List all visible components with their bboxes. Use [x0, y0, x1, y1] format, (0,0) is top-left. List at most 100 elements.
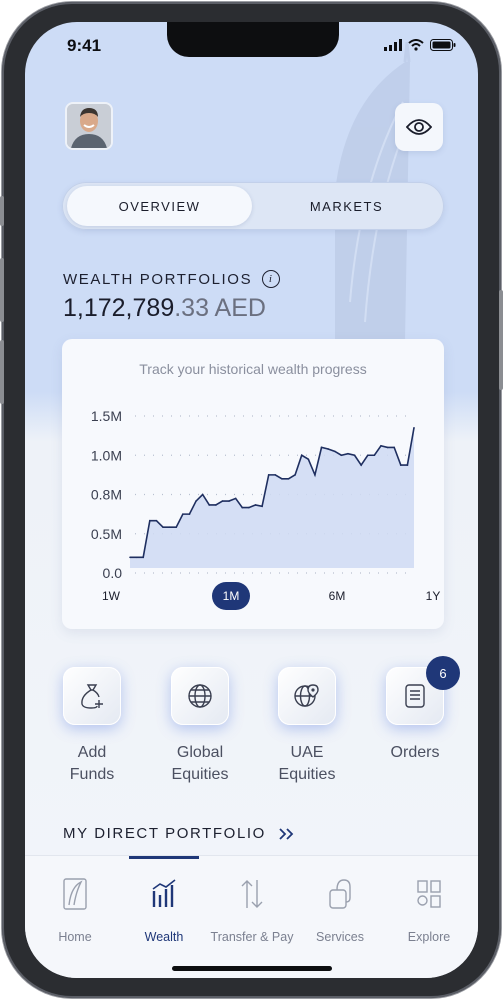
y-tick-label: 1.0M [91, 447, 122, 463]
transfer-arrows-icon [241, 880, 263, 908]
period-6m-button[interactable]: 6M [318, 582, 356, 610]
volume-down-button [0, 340, 4, 404]
y-tick-label: 1.5M [91, 408, 122, 424]
nav-transfer-pay-label: Transfer & Pay [210, 930, 294, 944]
data-point [373, 454, 376, 457]
data-point [360, 464, 362, 466]
nav-wealth-label: Wealth [144, 930, 184, 944]
avatar[interactable] [65, 102, 113, 150]
nav-services[interactable]: Services [295, 874, 385, 944]
my-direct-portfolio-heading[interactable]: MY DIRECT PORTFOLIO [63, 825, 294, 842]
status-icons [384, 39, 456, 51]
data-point [142, 556, 145, 559]
data-point [208, 504, 211, 506]
my-direct-portfolio-title: MY DIRECT PORTFOLIO [63, 825, 266, 842]
data-point [406, 464, 409, 466]
global-equities-tile[interactable] [171, 667, 229, 725]
add-funds-label: Add Funds [69, 744, 115, 783]
active-tab-indicator [129, 856, 199, 859]
data-point [320, 446, 323, 449]
data-point [287, 478, 290, 480]
data-point [162, 526, 164, 529]
nav-home-label: Home [58, 930, 92, 944]
nav-services-label: Services [316, 930, 364, 944]
uae-equities-tile[interactable] [278, 667, 336, 725]
nav-explore[interactable]: Explore [384, 874, 474, 944]
data-point [182, 513, 184, 515]
overview-markets-tabs: OVERVIEW MARKETS [62, 182, 444, 230]
data-point [254, 504, 257, 506]
data-point [314, 474, 316, 476]
nav-transfer-pay[interactable]: Transfer & Pay [207, 874, 297, 944]
wealth-portfolios-title: WEALTH PORTFOLIOS [63, 270, 253, 288]
period-1y-button[interactable]: 1Y [414, 582, 452, 610]
hide-balance-button[interactable] [395, 103, 443, 151]
portfolio-amount: 1,172,789.33 AED [63, 294, 266, 323]
data-point [399, 464, 402, 466]
info-icon[interactable]: i [262, 270, 281, 288]
data-point [221, 500, 224, 502]
orders-count-badge: 6 [426, 656, 460, 690]
data-point [261, 505, 263, 508]
data-point [294, 474, 296, 476]
data-point [149, 519, 151, 522]
wealth-chart-card: Track your historical wealth progress 1.… [62, 339, 444, 629]
data-point [175, 526, 178, 529]
add-funds-tile[interactable] [63, 667, 121, 725]
data-point [353, 454, 356, 457]
add-funds-shortcut[interactable]: Add Funds [47, 667, 137, 786]
tab-overview[interactable]: OVERVIEW [67, 186, 252, 226]
app-screen: 9:41 OVERVIEW MARKETS WEALTH PORTFOLIOS … [25, 22, 478, 978]
data-point [413, 426, 415, 429]
data-point [393, 446, 395, 449]
data-point [267, 474, 270, 476]
nav-explore-label: Explore [407, 930, 451, 944]
data-point [300, 454, 303, 457]
series-area [130, 427, 414, 568]
period-1m-button[interactable]: 1M [212, 582, 250, 610]
data-point [380, 445, 382, 447]
home-indicator [172, 966, 332, 971]
nav-wealth[interactable]: Wealth [119, 874, 209, 944]
period-1w-button[interactable]: 1W [92, 582, 130, 610]
services-icon [329, 879, 351, 909]
uae-equities-label: UAE Equities [278, 744, 336, 783]
data-point [241, 506, 244, 509]
data-point [333, 450, 336, 453]
data-point [228, 500, 230, 502]
global-equities-label: Global Equities [171, 744, 229, 783]
data-point [347, 452, 349, 455]
power-button [499, 290, 503, 390]
status-time: 9:41 [67, 36, 102, 55]
data-point [195, 500, 197, 502]
eye-icon [406, 119, 432, 135]
wealth-line-chart: 1.5M 1.0M 0.8M 0.5M 0.0 [91, 408, 415, 579]
data-point [274, 474, 277, 476]
camera-notch [167, 22, 339, 57]
globe-pin-icon [294, 684, 319, 707]
nav-home[interactable]: Home [30, 874, 120, 944]
uae-equities-shortcut[interactable]: UAE Equities [262, 667, 352, 786]
tab-markets[interactable]: MARKETS [254, 186, 439, 226]
global-equities-shortcut[interactable]: Global Equities [155, 667, 245, 786]
amount-main: 1,172,789 [63, 294, 175, 322]
bottom-navigation: Home Wealth Transfer & Pay Services Expl… [25, 855, 478, 978]
data-point [155, 519, 158, 522]
wealth-portfolios-heading: WEALTH PORTFOLIOS i [63, 270, 281, 288]
data-point [366, 454, 369, 457]
data-point [201, 493, 204, 496]
data-point [168, 526, 171, 529]
home-icon [63, 878, 87, 910]
money-bag-plus-icon [81, 684, 103, 709]
wealth-chart-icon [152, 879, 176, 907]
y-tick-label: 0.0 [103, 565, 123, 579]
battery-icon [430, 39, 456, 51]
user-avatar-image [67, 104, 111, 148]
y-tick-label: 0.8M [91, 487, 122, 503]
data-point [307, 458, 310, 460]
data-point [327, 448, 329, 450]
data-point [129, 556, 131, 559]
data-point [215, 504, 217, 506]
data-point [386, 446, 389, 449]
data-point [234, 497, 237, 500]
